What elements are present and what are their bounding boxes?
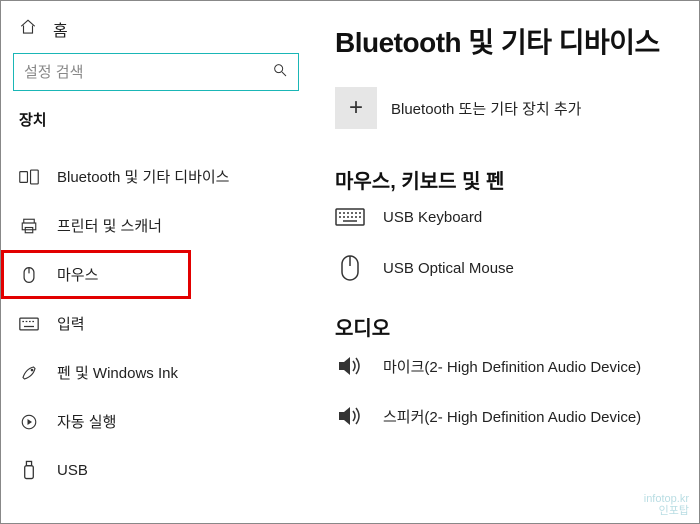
nav-list: Bluetooth 및 기타 디바이스 프린터 및 스캐너 마우스 입력 펜 및 [1, 138, 311, 494]
keyboard-device-icon [335, 208, 365, 226]
sidebar-item-usb[interactable]: USB [1, 446, 311, 494]
keyboard-icon [19, 317, 39, 331]
section-heading: 마우스, 키보드 및 펜 [335, 165, 700, 194]
device-name: USB Optical Mouse [383, 260, 514, 277]
device-item[interactable]: USB Keyboard [335, 208, 700, 226]
device-name: 스피커(2- High Definition Audio Device) [383, 406, 641, 427]
add-device-label: Bluetooth 또는 기타 장치 추가 [391, 98, 581, 119]
category-label: 장치 [1, 109, 311, 138]
autoplay-icon [19, 413, 39, 431]
page-title: Bluetooth 및 기타 디바이스 [335, 21, 700, 61]
device-name: 마이크(2- High Definition Audio Device) [383, 356, 641, 377]
sidebar-item-label: 펜 및 Windows Ink [57, 362, 178, 383]
sidebar-item-mouse[interactable]: 마우스 [1, 250, 191, 299]
sidebar-item-printers[interactable]: 프린터 및 스캐너 [1, 201, 311, 250]
section-audio: 오디오 마이크(2- High Definition Audio Device)… [335, 312, 700, 427]
sidebar-item-label: USB [57, 462, 88, 479]
search-input[interactable] [24, 64, 272, 81]
sidebar-item-autoplay[interactable]: 자동 실행 [1, 397, 311, 446]
device-item[interactable]: USB Optical Mouse [335, 254, 700, 282]
usb-icon [19, 460, 39, 480]
speaker-icon [335, 355, 365, 377]
sidebar: 홈 장치 Bluetooth 및 기타 디바이스 프린터 및 스캐너 마우스 [1, 1, 311, 523]
sidebar-item-label: 마우스 [57, 264, 98, 285]
search-icon [272, 62, 288, 83]
mouse-device-icon [335, 254, 365, 282]
home-link[interactable]: 홈 [1, 13, 311, 53]
section-mouse-keyboard-pen: 마우스, 키보드 및 펜 USB Keyboard USB Optical Mo… [335, 165, 700, 282]
sidebar-item-pen[interactable]: 펜 및 Windows Ink [1, 348, 311, 397]
add-device-button[interactable]: + Bluetooth 또는 기타 장치 추가 [335, 87, 700, 129]
device-item[interactable]: 마이크(2- High Definition Audio Device) [335, 355, 700, 377]
mouse-icon [19, 266, 39, 284]
sidebar-item-label: 프린터 및 스캐너 [57, 215, 162, 236]
home-icon [19, 18, 37, 41]
bluetooth-devices-icon [19, 168, 39, 186]
device-name: USB Keyboard [383, 209, 482, 226]
sidebar-item-label: 입력 [57, 313, 85, 334]
sidebar-item-bluetooth[interactable]: Bluetooth 및 기타 디바이스 [1, 152, 311, 201]
home-label: 홈 [53, 17, 68, 41]
content-pane: Bluetooth 및 기타 디바이스 + Bluetooth 또는 기타 장치… [331, 1, 700, 523]
speaker-icon [335, 405, 365, 427]
printer-icon [19, 217, 39, 235]
watermark: infotop.kr 인포탑 [644, 493, 689, 517]
section-heading: 오디오 [335, 312, 700, 341]
sidebar-item-typing[interactable]: 입력 [1, 299, 311, 348]
sidebar-item-label: 자동 실행 [57, 411, 116, 432]
device-item[interactable]: 스피커(2- High Definition Audio Device) [335, 405, 700, 427]
search-input-container[interactable] [13, 53, 299, 91]
plus-icon: + [335, 87, 377, 129]
pen-icon [19, 364, 39, 382]
sidebar-item-label: Bluetooth 및 기타 디바이스 [57, 166, 230, 187]
